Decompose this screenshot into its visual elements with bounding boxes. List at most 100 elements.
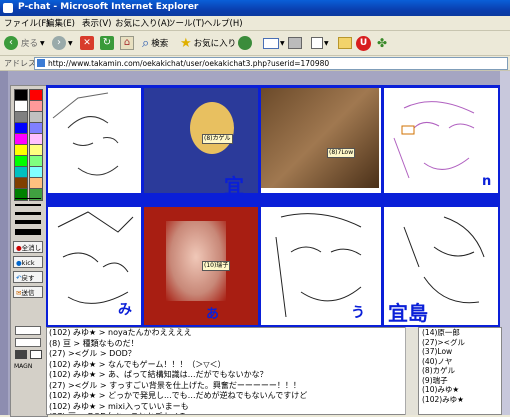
address-bar: アドレス(D) http://www.takamin.com/oekakicha… [0, 56, 510, 71]
back-arrow-icon: ‹ [4, 36, 18, 50]
user-list-item[interactable]: (8)カゲル [419, 366, 501, 376]
user-list-item[interactable]: (14)原一郎 [419, 328, 501, 338]
nametag: (10)瑞子 [202, 261, 231, 271]
sketch-face-1 [52, 92, 119, 176]
drawing-cell-3: (8)7Low [261, 88, 381, 193]
title-bar: P-chat - Microsoft Internet Explorer [0, 0, 510, 16]
monitor-icon[interactable] [15, 350, 27, 359]
chat-scrollbar[interactable] [405, 327, 419, 415]
mail-button[interactable]: ▼ [263, 34, 285, 52]
thumbnail-slot-2[interactable] [15, 338, 41, 347]
menu-file[interactable]: ファイル(F) [4, 17, 50, 29]
history-button[interactable] [238, 34, 252, 52]
drawing-cell-7: う [261, 207, 381, 325]
clear-all-button[interactable]: ●全消し [13, 241, 43, 253]
stop-icon: ✕ [80, 36, 94, 50]
chat-line: (102) みゆ★ > noyaたんかわええええ [49, 328, 192, 337]
print-button[interactable] [288, 34, 302, 52]
chat-line: (27) ><グル > すっすごい背景を仕上げた。興奮だーーーーー！！！ [49, 380, 301, 390]
nametag: (8)7Low [327, 148, 356, 158]
color-swatch[interactable] [29, 188, 43, 201]
address-input[interactable]: http://www.takamin.com/oekakichat/user/o… [34, 57, 508, 70]
drawing-cell-2: (8)カゲル 宜島 [144, 88, 258, 193]
send-button[interactable]: ✉送信 [13, 286, 43, 298]
user-list-item[interactable]: (37)Low [419, 347, 501, 357]
undo-button[interactable]: ↶戻す [13, 271, 43, 283]
chat-lines: (102) みゆ★ > noyaたんかわええええ (8) 亘 > 種類なものだ！(… [47, 328, 417, 414]
chat-line: (102) みゆ★ > どっかで発見し...でも…だめが逆ねでもないんですけど [49, 391, 308, 400]
home-button[interactable]: ⌂ [120, 34, 134, 52]
magn-label: MAGN [14, 363, 33, 370]
messenger-icon: ✤ [377, 36, 388, 50]
chat-line: (27) ><グル > DOD？ [49, 349, 136, 358]
nametag: (8)カゲル [202, 134, 233, 144]
star-icon: ★ [180, 35, 192, 51]
folder-icon [338, 37, 352, 49]
line-width-2[interactable] [15, 204, 41, 206]
chat-log[interactable]: (102) みゆ★ > noyaたんかわええええ (8) 亘 > 種類なものだ！(… [46, 327, 418, 415]
chat-line: (102) みゆ★ > なんでもゲーム！！！（＞▽＜） [49, 359, 226, 369]
edit-icon [311, 37, 323, 49]
menu-edit[interactable]: 編集(E) [46, 17, 75, 29]
app-icon [3, 3, 13, 13]
canvas-mark: う [351, 305, 365, 321]
line-width-3[interactable] [15, 212, 41, 215]
search-button[interactable]: ⌕ 検索 [142, 34, 168, 52]
u-logo-icon: U [356, 35, 371, 51]
back-button[interactable]: ‹ 戻る ▼ [4, 34, 45, 52]
refresh-icon: ↻ [100, 36, 114, 50]
user-list-item[interactable]: (9)瑞子 [419, 376, 501, 386]
drawing-cell-6: (10)瑞子 あ [144, 207, 258, 325]
menu-view[interactable]: 表示(V) [82, 17, 111, 29]
home-icon: ⌂ [120, 36, 134, 50]
drawing-cell-1 [48, 88, 141, 193]
user-list-item[interactable]: (10)みゆ★ [419, 385, 501, 395]
canvas-mark: 宜島 [388, 301, 428, 325]
drawing-cell-5: み [48, 207, 141, 325]
page-icon [37, 59, 45, 67]
sketch-face-4 [393, 101, 475, 179]
favorites-button[interactable]: ★ お気に入り [180, 34, 236, 52]
drawing-canvas[interactable]: (8)カゲル 宜島 (8)7Low n み (10)瑞子 あ う 宜島 [46, 85, 500, 327]
search-icon: ⌕ [142, 35, 150, 51]
user-list-item[interactable]: (40)ノヤ [419, 357, 501, 367]
edit-button[interactable]: ▼ [311, 34, 329, 52]
tool-palette: ●全消し ●kick ↶戻す ✉送信 MAGN [10, 85, 48, 417]
messenger-button[interactable]: ✤ [377, 34, 387, 52]
refresh-button[interactable]: ↻ [100, 34, 114, 52]
canvas-mark: n [482, 174, 492, 189]
addon-button[interactable]: U [356, 34, 371, 52]
canvas-mark: 宜島 [224, 174, 244, 193]
menu-bar: ファイル(F) 編集(E) 表示(V) お気に入り(A) ツール(T) ヘルプ(… [0, 16, 510, 31]
line-width-1[interactable] [15, 198, 41, 199]
printer-icon [288, 37, 302, 49]
drawing-cell-4: n [384, 88, 498, 193]
history-icon [238, 36, 252, 50]
canvas-mark: あ [206, 307, 220, 322]
forward-arrow-icon: › [52, 36, 66, 50]
envelope-icon[interactable] [30, 350, 42, 359]
menu-favorites[interactable]: お気に入り(A) [115, 17, 170, 29]
chat-line: (102) みゆ★ > あ、ぱって結構知識は…だがでもないかな？ [49, 370, 268, 379]
window-title: P-chat - Microsoft Internet Explorer [18, 2, 199, 12]
user-list-item[interactable]: (102)みゆ★ [419, 395, 501, 405]
thumbnail-slot-1[interactable] [15, 326, 41, 335]
toolbar: ‹ 戻る ▼ › ▼ ✕ ↻ ⌂ ⌕ 検索 ★ お気に入り ▼ ▼ U ✤ [0, 31, 510, 56]
canvas-mark: み [118, 302, 132, 318]
menu-tools[interactable]: ツール(T) [167, 17, 204, 29]
user-list-item[interactable]: (27)><グル [419, 338, 501, 348]
drawing-cell-8: 宜島 [384, 207, 498, 325]
chat-line: (8) 亘 > 種類なものだ！ [49, 338, 139, 348]
folder-button[interactable] [338, 34, 352, 52]
line-width-4[interactable] [15, 220, 41, 224]
forward-button[interactable]: › ▼ [52, 34, 73, 52]
user-list[interactable]: (14)原一郎 (27)><グル (37)Low (40)ノヤ (8)カゲル (9)瑞子(… [418, 327, 502, 415]
portrait-painting [261, 88, 379, 188]
stop-button[interactable]: ✕ [80, 34, 94, 52]
color-swatch[interactable] [14, 188, 28, 201]
kick-button[interactable]: ●kick [13, 256, 43, 268]
line-width-5[interactable] [15, 229, 41, 235]
chat-line: (102) みゆ★ > mixi入っていいまーも [49, 401, 189, 411]
mail-icon [263, 37, 279, 49]
menu-help[interactable]: ヘルプ(H) [204, 17, 243, 29]
